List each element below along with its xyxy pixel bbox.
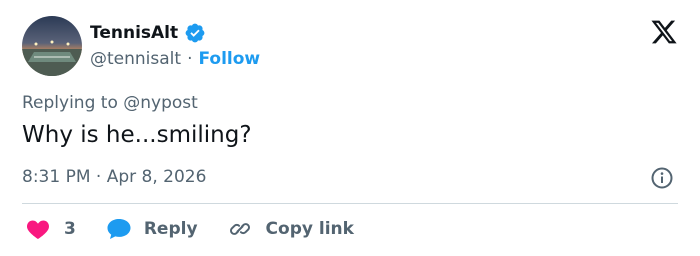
avatar[interactable] <box>22 16 82 76</box>
follow-button[interactable]: Follow <box>198 49 260 69</box>
handle-row: @tennisalt · Follow <box>90 49 260 69</box>
reply-button[interactable]: Reply <box>106 217 198 241</box>
info-icon[interactable] <box>650 166 674 190</box>
tweet-text: Why is he...smiling? <box>22 122 252 148</box>
copy-link-label: Copy link <box>265 219 354 239</box>
like-button[interactable]: 3 <box>26 218 76 240</box>
reply-label: Reply <box>143 219 198 239</box>
heart-icon <box>26 218 50 240</box>
verified-badge-icon <box>184 22 206 44</box>
display-name[interactable]: TennisAlt <box>90 23 178 43</box>
author-name-row: TennisAlt <box>90 22 206 44</box>
separator-dot: · <box>187 49 193 69</box>
action-bar: 3 Reply Copy link <box>26 217 354 241</box>
divider <box>22 203 678 204</box>
copy-link-button[interactable]: Copy link <box>228 217 354 241</box>
replying-to[interactable]: Replying to @nypost <box>22 93 198 113</box>
timestamp[interactable]: 8:31 PM · Apr 8, 2026 <box>22 167 206 187</box>
x-logo-icon[interactable] <box>650 18 678 46</box>
author-handle[interactable]: @tennisalt <box>90 49 181 69</box>
tweet-card: TennisAlt @tennisalt · Follow Replying t… <box>0 0 700 256</box>
avatar-image <box>22 16 82 76</box>
like-count: 3 <box>64 219 76 239</box>
link-icon <box>228 217 252 241</box>
speech-bubble-icon <box>106 217 132 241</box>
